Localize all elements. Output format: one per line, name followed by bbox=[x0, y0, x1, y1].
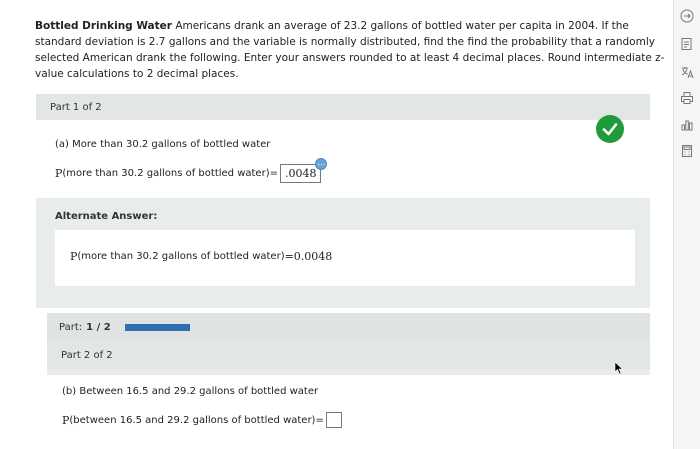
part2-answer-input[interactable] bbox=[325, 412, 342, 428]
part1-answer-value: .0048 bbox=[284, 167, 317, 180]
part1-equation: P (more than 30.2 gallons of bottled wat… bbox=[55, 158, 328, 183]
problem-topic: Bottled Drinking Water bbox=[35, 20, 172, 32]
part1-header-label: Part 1 of 2 bbox=[50, 101, 102, 113]
part2-header-label: Part 2 of 2 bbox=[61, 349, 113, 361]
progress-bar bbox=[124, 323, 405, 331]
translate-icon[interactable] bbox=[679, 64, 695, 80]
part1-question: (a) More than 30.2 gallons of bottled wa… bbox=[55, 139, 271, 150]
part1-eq-label: (more than 30.2 gallons of bottled water… bbox=[62, 168, 270, 179]
alt-eq-label: (more than 30.2 gallons of bottled water… bbox=[77, 251, 285, 262]
arrow-icon[interactable] bbox=[679, 8, 695, 24]
calculator-icon[interactable] bbox=[679, 143, 695, 159]
equals-sign: = bbox=[269, 168, 278, 179]
progress-fill bbox=[124, 323, 190, 331]
part1-answer-input[interactable]: .0048 bbox=[279, 158, 328, 183]
problem-statement: Bottled Drinking Water Americans drank a… bbox=[35, 18, 675, 82]
correct-check-icon bbox=[596, 115, 624, 143]
document-icon[interactable] bbox=[679, 36, 695, 52]
part1-header: Part 1 of 2 bbox=[36, 94, 650, 120]
progress-value: 1 / 2 bbox=[86, 321, 111, 333]
part2-header: Part 2 of 2 bbox=[47, 341, 650, 369]
alternate-answer-equation: P (more than 30.2 gallons of bottled wat… bbox=[70, 250, 332, 263]
part2-equation: P (between 16.5 and 29.2 gallons of bott… bbox=[62, 412, 342, 428]
part-progress: Part: 1 / 2 bbox=[47, 313, 650, 341]
alternate-answer-label: Alternate Answer: bbox=[55, 211, 158, 222]
part2-eq-label: (between 16.5 and 29.2 gallons of bottle… bbox=[69, 414, 316, 426]
chart-icon[interactable] bbox=[679, 117, 695, 133]
part1-question-area bbox=[36, 120, 650, 198]
mouse-cursor-icon bbox=[614, 361, 624, 375]
part2-question: (b) Between 16.5 and 29.2 gallons of bot… bbox=[62, 386, 319, 397]
print-icon[interactable] bbox=[679, 90, 695, 106]
prob-symbol: P bbox=[55, 167, 63, 180]
alt-prob-symbol: P bbox=[70, 250, 78, 263]
equals-sign-2: = bbox=[315, 414, 324, 426]
progress-label: Part: bbox=[59, 321, 83, 333]
alt-eq-value: =0.0048 bbox=[284, 250, 333, 263]
prob-symbol-2: P bbox=[62, 413, 70, 427]
